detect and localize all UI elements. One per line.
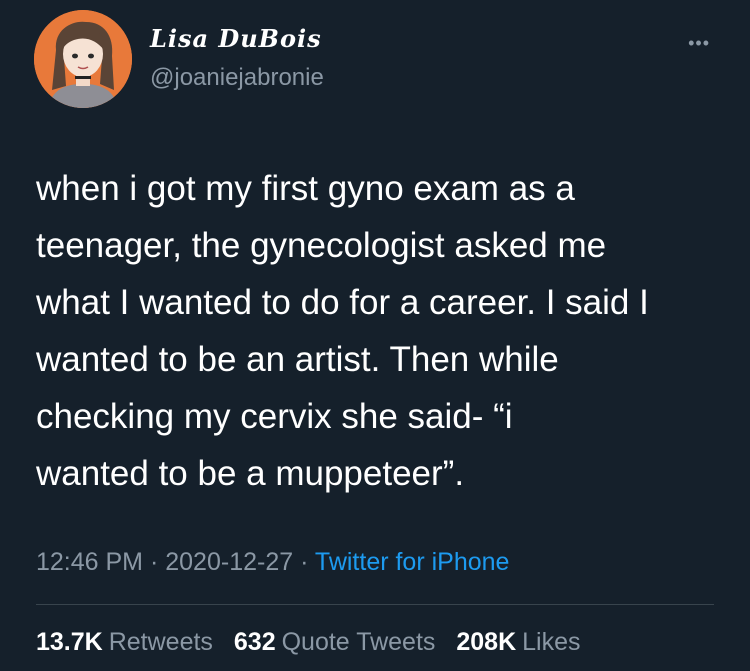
tweet-time[interactable]: 12:46 PM	[36, 548, 143, 576]
tweet-text-line: checking my cervix she said- “i	[36, 397, 513, 436]
tweet-text-line: when i got my first gyno exam as a	[36, 169, 575, 208]
quote-tweets-stat[interactable]: 632 Quote Tweets	[234, 628, 442, 656]
more-horizontal-icon[interactable]: •••	[688, 34, 710, 52]
meta-separator: ·	[300, 548, 315, 576]
user-handle[interactable]: @joaniejabronie	[150, 64, 324, 92]
tweet-date[interactable]: 2020-12-27	[165, 548, 293, 576]
likes-count: 208K	[456, 628, 517, 656]
retweets-label: Retweets	[108, 628, 213, 656]
tweet-text-line: wanted to be a muppeteer”.	[36, 454, 465, 493]
tweet-text-line: what I wanted to do for a career. I said…	[36, 283, 649, 322]
divider	[36, 604, 714, 605]
tweet-meta: 12:46 PM · 2020-12-27 · Twitter for iPho…	[36, 548, 509, 577]
quote-tweets-count: 632	[233, 628, 276, 656]
likes-stat[interactable]: 208K Likes	[456, 628, 580, 656]
tweet-source-link[interactable]: Twitter for iPhone	[315, 548, 510, 576]
tweet-header: Lisa DuBois @joaniejabronie •••	[34, 10, 724, 110]
quote-tweets-label: Quote Tweets	[281, 628, 436, 656]
display-name[interactable]: Lisa DuBois	[150, 24, 322, 53]
likes-label: Likes	[522, 628, 581, 656]
avatar-illustration	[34, 10, 132, 108]
tweet-text: when i got my first gyno exam as a teena…	[36, 160, 716, 502]
avatar[interactable]	[34, 10, 132, 108]
tweet-card: Lisa DuBois @joaniejabronie ••• when i g…	[0, 0, 750, 671]
retweets-stat[interactable]: 13.7K Retweets	[36, 628, 220, 656]
meta-separator: ·	[149, 548, 166, 576]
tweet-text-line: teenager, the gynecologist asked me	[36, 226, 607, 265]
retweets-count: 13.7K	[36, 628, 103, 656]
tweet-text-line: wanted to be an artist. Then while	[36, 340, 559, 379]
tweet-stats: 13.7K Retweets 632 Quote Tweets 208K Likes	[36, 628, 595, 657]
